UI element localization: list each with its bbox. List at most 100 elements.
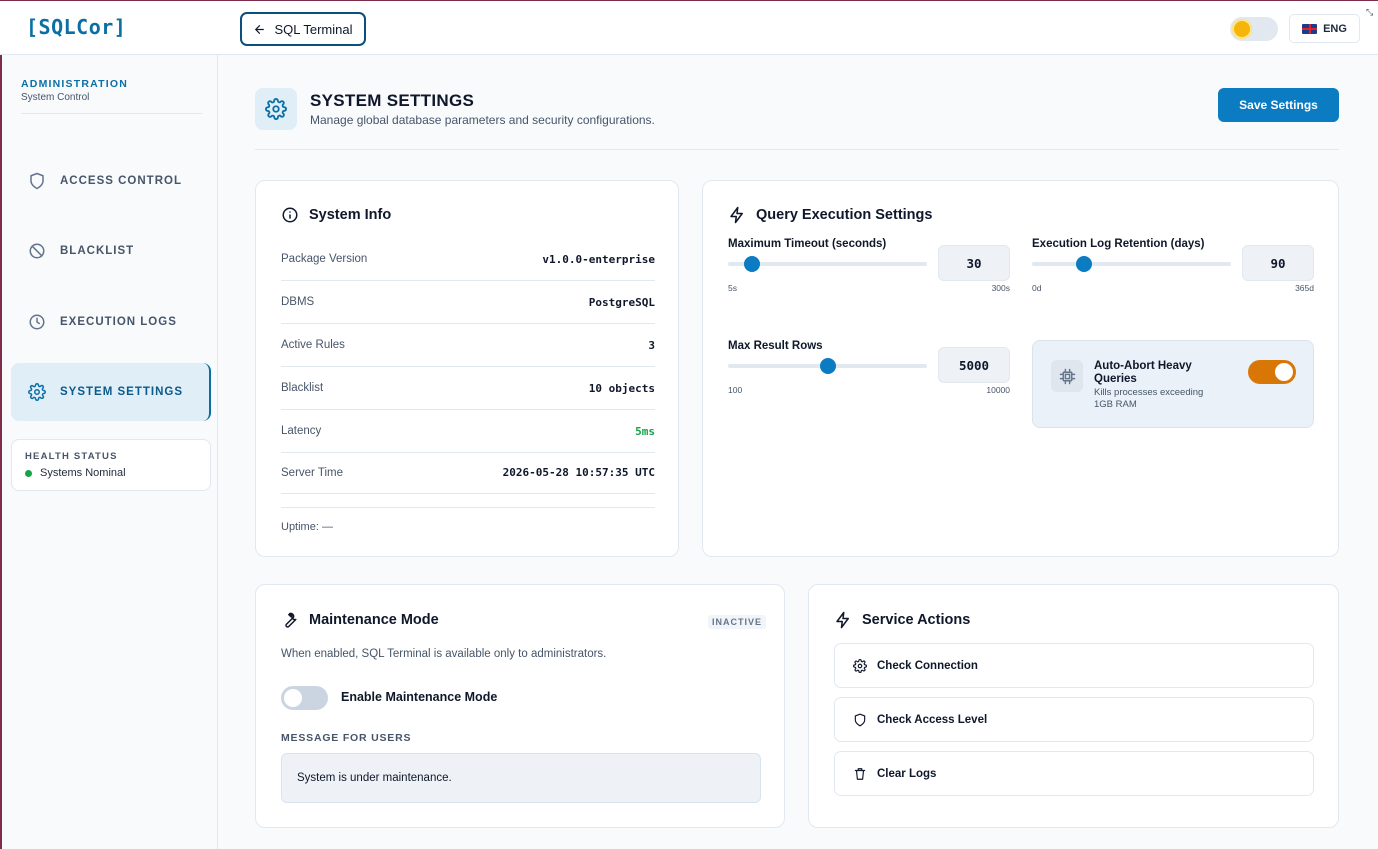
message-label: MESSAGE FOR USERS <box>281 732 412 744</box>
retention-input[interactable]: 90 <box>1242 245 1314 281</box>
page-subtitle: Manage global database parameters and se… <box>310 113 655 127</box>
maintenance-mode-card: Maintenance Mode INACTIVE When enabled, … <box>255 584 785 828</box>
timeout-setting: Maximum Timeout (seconds) 5s 300s 30 <box>728 238 1010 298</box>
sidebar-item-system-settings[interactable]: SYSTEM SETTINGS <box>11 363 211 421</box>
sidebar-item-label: ACCESS CONTROL <box>60 175 182 187</box>
auto-abort-description: Kills processes exceeding 1GB RAM <box>1094 387 1204 410</box>
service-actions-card: Service Actions Check Connection Check A… <box>808 584 1339 828</box>
info-label: Package Version <box>281 253 368 265</box>
maintenance-toggle-label: Enable Maintenance Mode <box>341 690 498 704</box>
sidebar-item-access-control[interactable]: ACCESS CONTROL <box>11 152 211 210</box>
app-logo[interactable]: [SQLCor] <box>26 15 126 39</box>
sidebar-divider <box>21 113 202 114</box>
gear-icon <box>853 658 867 673</box>
slider-handle[interactable] <box>743 256 760 272</box>
gear-icon <box>265 98 287 120</box>
slider-handle[interactable] <box>819 358 836 374</box>
sidebar-item-label: SYSTEM SETTINGS <box>60 386 183 398</box>
info-row: Active Rules 3 <box>281 324 655 367</box>
maintenance-title: Maintenance Mode <box>309 612 439 628</box>
info-label: DBMS <box>281 296 315 308</box>
theme-toggle[interactable] <box>1230 17 1278 41</box>
sidebar: ADMINISTRATION System Control ACCESS CON… <box>0 55 218 849</box>
timeout-slider[interactable] <box>728 256 927 272</box>
retention-slider[interactable] <box>1032 256 1231 272</box>
slider-handle[interactable] <box>1075 256 1092 272</box>
info-row: DBMS PostgreSQL <box>281 281 655 324</box>
sidebar-item-label: BLACKLIST <box>60 245 135 257</box>
clear-logs-button[interactable]: Clear Logs <box>834 751 1314 796</box>
system-info-header: System Info <box>281 206 391 224</box>
service-actions-title: Service Actions <box>862 612 971 628</box>
result-rows-label: Max Result Rows <box>728 340 823 352</box>
check-access-level-button[interactable]: Check Access Level <box>834 697 1314 742</box>
sidebar-title: ADMINISTRATION <box>21 78 129 90</box>
gear-icon <box>28 383 46 401</box>
sql-terminal-back-button[interactable]: SQL Terminal <box>240 12 366 46</box>
retention-setting: Execution Log Retention (days) 0d 365d 9… <box>1032 238 1314 298</box>
latency-value: 5ms <box>635 424 655 438</box>
action-button-label: Clear Logs <box>877 767 937 780</box>
slider-max-label: 365d <box>1295 283 1314 293</box>
sidebar-item-execution-logs[interactable]: EXECUTION LOGS <box>11 293 211 351</box>
auto-abort-toggle[interactable] <box>1248 360 1296 384</box>
toggle-knob <box>1275 363 1293 381</box>
save-settings-button[interactable]: Save Settings <box>1218 88 1339 122</box>
info-label: Latency <box>281 425 322 437</box>
system-info-title: System Info <box>309 207 392 223</box>
sidebar-item-blacklist[interactable]: BLACKLIST <box>11 222 211 280</box>
shield-icon <box>854 713 866 726</box>
back-button-label: SQL Terminal <box>274 21 353 37</box>
health-status-card: HEALTH STATUS Systems Nominal <box>11 439 211 491</box>
trash-icon <box>854 767 866 780</box>
query-execution-card: Query Execution Settings Maximum Timeout… <box>702 180 1339 557</box>
uptime-text: Uptime: — <box>281 521 333 533</box>
status-dot <box>25 469 32 477</box>
result-rows-setting: Max Result Rows 100 10000 5000 <box>728 340 1010 400</box>
check-connection-button[interactable]: Check Connection <box>834 643 1314 688</box>
info-row: Package Version v1.0.0-enterprise <box>281 238 655 281</box>
slider-min-label: 5s <box>728 283 737 293</box>
toggle-knob <box>284 689 302 707</box>
health-status-title: HEALTH STATUS <box>25 451 118 462</box>
timeout-label: Maximum Timeout (seconds) <box>728 238 887 250</box>
page-title: SYSTEM SETTINGS <box>310 91 475 110</box>
uk-flag-icon <box>1302 23 1318 34</box>
maintenance-toggle[interactable] <box>281 686 328 710</box>
query-execution-title: Query Execution Settings <box>756 207 933 223</box>
arrow-left-icon <box>255 24 265 34</box>
info-value: 2026-05-28 10:57:35 UTC <box>502 466 655 479</box>
timeout-input[interactable]: 30 <box>938 245 1010 281</box>
info-value: 3 <box>648 338 655 352</box>
status-badge: INACTIVE <box>708 615 767 629</box>
service-actions-header: Service Actions <box>834 611 970 629</box>
info-icon <box>282 207 298 223</box>
ban-icon <box>29 243 45 259</box>
info-value: 10 objects <box>588 381 655 395</box>
collapse-arrows-icon[interactable]: ⤡ <box>1366 7 1373 18</box>
slider-min-label: 0d <box>1032 283 1042 293</box>
top-bar: [SQLCor] SQL Terminal ENG ⤡ <box>0 0 1378 55</box>
cpu-icon <box>1051 360 1083 392</box>
health-status-text: Systems Nominal <box>40 467 126 479</box>
health-status-indicator: Systems Nominal <box>25 467 126 479</box>
action-button-label: Check Access Level <box>877 713 988 726</box>
info-label: Blacklist <box>281 382 324 394</box>
language-selector[interactable]: ENG <box>1289 14 1360 43</box>
slider-max-label: 300s <box>991 283 1010 293</box>
result-rows-input[interactable]: 5000 <box>938 347 1010 383</box>
sidebar-item-label: EXECUTION LOGS <box>60 316 177 328</box>
query-execution-header: Query Execution Settings <box>728 206 932 224</box>
result-rows-slider[interactable] <box>728 358 927 374</box>
info-row: Blacklist 10 objects <box>281 367 655 410</box>
wrench-icon <box>285 612 297 628</box>
sidebar-subtitle: System Control <box>21 92 90 103</box>
retention-label: Execution Log Retention (days) <box>1032 238 1205 250</box>
shield-icon <box>30 172 44 190</box>
maintenance-message-field[interactable]: System is under maintenance. <box>281 753 761 803</box>
auto-abort-title: Auto-Abort Heavy Queries <box>1094 360 1192 385</box>
sun-icon <box>1232 19 1252 39</box>
info-divider <box>281 495 655 508</box>
page-header-icon <box>255 88 297 130</box>
slider-max-label: 10000 <box>986 385 1010 395</box>
